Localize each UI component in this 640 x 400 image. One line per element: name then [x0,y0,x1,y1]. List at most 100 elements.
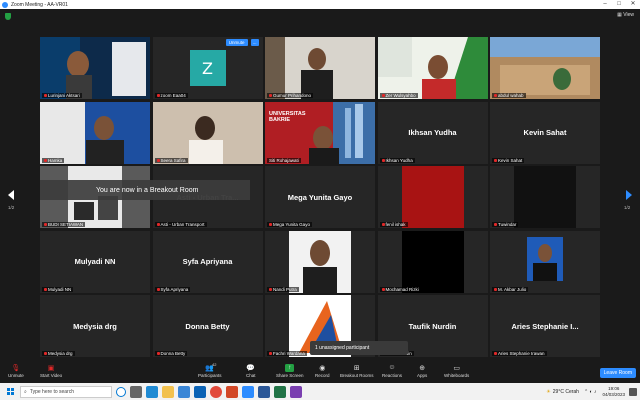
more-options-button[interactable]: ... [250,39,259,46]
reactions-button[interactable]: ☺ Reactions [382,363,402,378]
breakout-rooms-icon: ⊞ [353,364,360,372]
mic-muted-icon [494,352,497,356]
name-tile[interactable]: Donna Betty Donna Betty [152,295,263,357]
video-tile[interactable]: Zer Wulsyahbo [377,37,488,99]
participant-avatar: Z [189,50,226,86]
mail-icon[interactable] [194,385,206,398]
mic-muted-icon [494,158,497,162]
store-icon[interactable] [178,385,190,398]
video-tile-active-speaker[interactable]: UNIVERSITAS BAKRIE Siti Rohajawati [265,101,375,164]
video-tile[interactable]: Nandi Putra [265,230,375,293]
participant-name-label: Mulyadi NN [42,286,74,292]
page-indicator-right: 1/2 [624,205,631,210]
zoom-app-icon[interactable] [242,385,254,398]
unmute-participant-button[interactable]: Unmute [225,39,248,46]
file-explorer-icon[interactable] [162,385,174,398]
video-tile[interactable]: Tuwindar [490,166,600,228]
name-tile[interactable]: Medysia drg Medysia drg [40,295,150,357]
mic-muted-icon [44,158,47,162]
slide-title: UNIVERSITAS BAKRIE [269,110,306,124]
video-tile[interactable]: Hamka [40,101,150,164]
mic-muted-icon [269,287,272,291]
close-icon[interactable]: ✕ [626,0,640,9]
participants-button[interactable]: 👥 42 Participants [198,362,222,378]
chrome-icon[interactable] [210,385,222,398]
name-tile[interactable]: Mega Yunita Gayo Mega Yunita Gayo [265,166,375,228]
start-button[interactable] [0,383,20,400]
participant-video [265,230,375,293]
task-view-icon[interactable] [130,385,142,398]
clock[interactable]: 19:06 04/03/2023 [602,386,625,397]
video-tile[interactable]: abdul wahab [490,37,600,99]
tray-icons[interactable]: ⌃ ◐ ♪ [584,389,597,395]
name-tile[interactable]: Mulyadi NN Mulyadi NN [40,230,150,293]
participant-video [377,37,488,99]
mic-muted-icon [494,94,497,98]
previous-page-icon[interactable] [8,190,14,200]
windows-taskbar: ⌕ Type here to search ☀ 29°C Cerah ⌃ ◐ ♪… [0,383,640,400]
leave-room-button[interactable]: Leave Room [599,368,636,378]
unassigned-participant-notice[interactable]: 1 unassigned participant [310,341,408,355]
weather-text[interactable]: 29°C Cerah [553,389,579,395]
mic-muted-icon [269,223,272,227]
chat-icon: 💬 [246,364,256,372]
zoom-logo-icon [2,1,8,8]
next-page-icon[interactable] [626,190,632,200]
video-tile[interactable]: fenil ishak [377,166,488,228]
breakout-rooms-button[interactable]: ⊞ Breakout Rooms [340,363,374,379]
name-tile[interactable]: Aries Stephanie I... Aries Stephanie Ira… [490,295,600,357]
minimize-icon[interactable]: – [598,0,612,9]
security-shield-icon[interactable] [5,13,11,20]
record-button[interactable]: ◉ Record [315,363,330,379]
unmute-button[interactable]: 🎙 Unmute [8,363,24,379]
whiteboard-icon: ▭ [453,364,460,372]
mic-muted-icon [381,158,385,162]
meeting-top-strip [0,9,640,37]
video-tile[interactable]: Seera Safira [152,101,263,164]
video-tile[interactable]: M. Akbar Julio [490,230,600,293]
start-video-button[interactable]: ▣ Start Video [40,363,62,379]
cortana-icon[interactable] [116,386,126,397]
maximize-icon[interactable]: □ [612,0,626,9]
participant-display-name: Donna Betty [185,321,230,331]
participant-name-label: zoom Eaa04 [154,93,188,98]
participant-video [490,166,600,228]
view-button[interactable]: ▦ View [617,12,634,18]
name-tile[interactable]: Ikhsan Yudha Ikhsan Yudha [377,101,488,164]
apps-button[interactable]: ⊕ Apps [417,363,427,379]
video-tile[interactable]: Gumur Prihandono [265,37,375,99]
mic-muted-icon [44,352,47,356]
video-tile[interactable]: Z Unmute ... zoom Eaa04 [152,37,263,99]
notifications-icon[interactable] [629,387,637,396]
mic-muted-icon [494,223,497,227]
participant-name-label: BUDI SETIAWAN [42,222,86,227]
participant-name-label: Aries Stephanie Irawan [492,351,547,356]
word-icon[interactable] [258,385,270,398]
microphone-muted-icon: 🎙 [11,364,21,372]
windows-logo-icon [6,388,14,395]
powerpoint-icon[interactable] [226,385,238,398]
mic-muted-icon [156,158,160,162]
share-screen-button[interactable]: ↑ Share Screen [276,363,304,378]
video-tile[interactable]: Mochamad Rizki [377,230,488,293]
participant-name-label: Syfa Apriyana [154,286,191,292]
participant-display-name: Kevin Sahat [523,128,567,137]
window-controls: – □ ✕ [598,0,640,9]
edge-icon[interactable] [146,385,158,398]
excel-icon[interactable] [274,385,286,398]
taskbar-search-input[interactable]: ⌕ Type here to search [20,385,112,398]
meeting-toolbar: 🎙 Unmute ▣ Start Video 👥 42 Participants… [0,361,640,383]
mic-muted-icon [269,94,272,98]
whiteboards-button[interactable]: ▭ Whiteboards [444,363,469,379]
name-tile[interactable]: Syfa Apriyana Syfa Apriyana [152,230,263,293]
mic-muted-icon [44,287,47,291]
chat-button[interactable]: 💬 Chat [246,363,256,379]
participant-name-label: Gumur Prihandono [267,93,314,98]
app-icon[interactable] [290,385,302,398]
name-tile[interactable]: Kevin Sahat Kevin Sahat [490,101,600,164]
participant-name-label: Ikhsan Yudha [379,157,415,163]
video-tile[interactable]: Lurinjani Aktsari [40,37,150,99]
participant-video [377,230,488,293]
participant-name-label: fenil ishak [379,222,408,227]
mic-muted-icon [156,223,160,227]
